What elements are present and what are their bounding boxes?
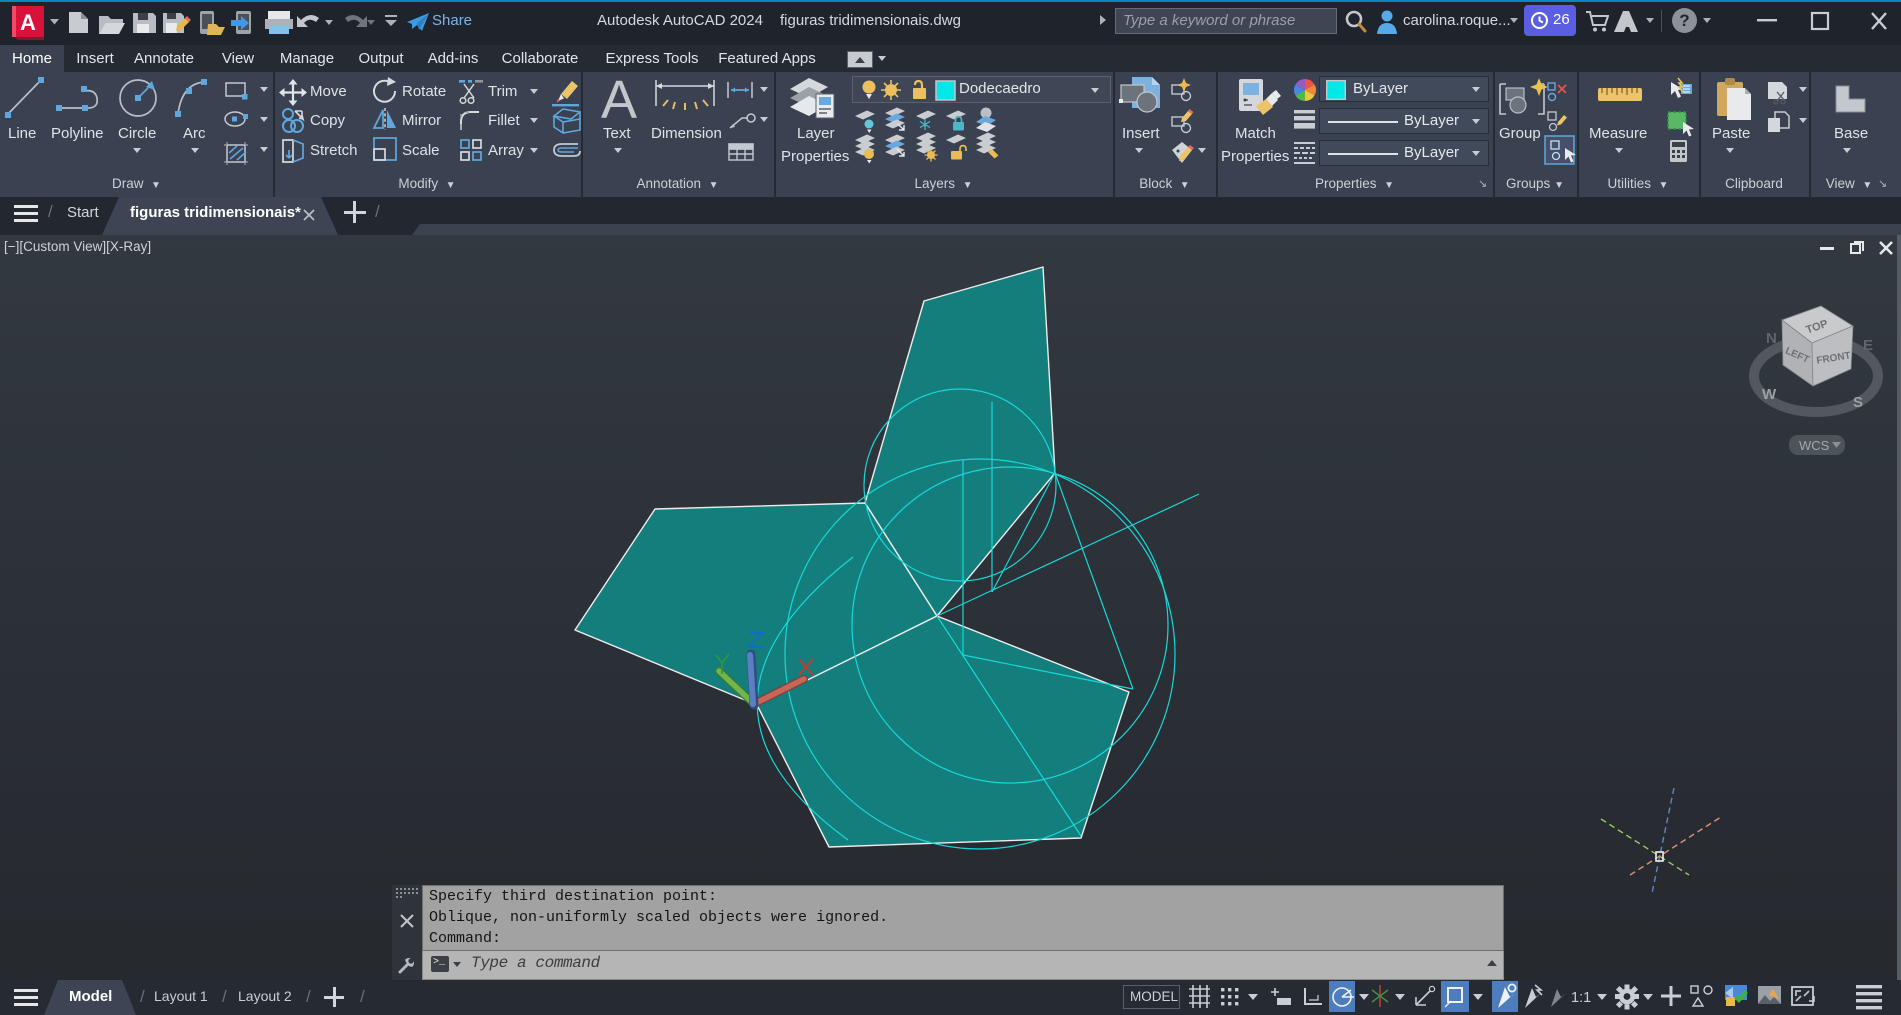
svg-text:A: A xyxy=(601,72,637,130)
svg-text:W: W xyxy=(1762,386,1777,403)
svg-text:E: E xyxy=(1863,337,1873,354)
svg-text:1:1: 1:1 xyxy=(1571,990,1591,1006)
svg-text:A: A xyxy=(20,10,36,35)
svg-text:N: N xyxy=(1766,330,1777,347)
svg-text:WCS: WCS xyxy=(1799,438,1830,453)
svg-text:S: S xyxy=(1853,394,1863,411)
